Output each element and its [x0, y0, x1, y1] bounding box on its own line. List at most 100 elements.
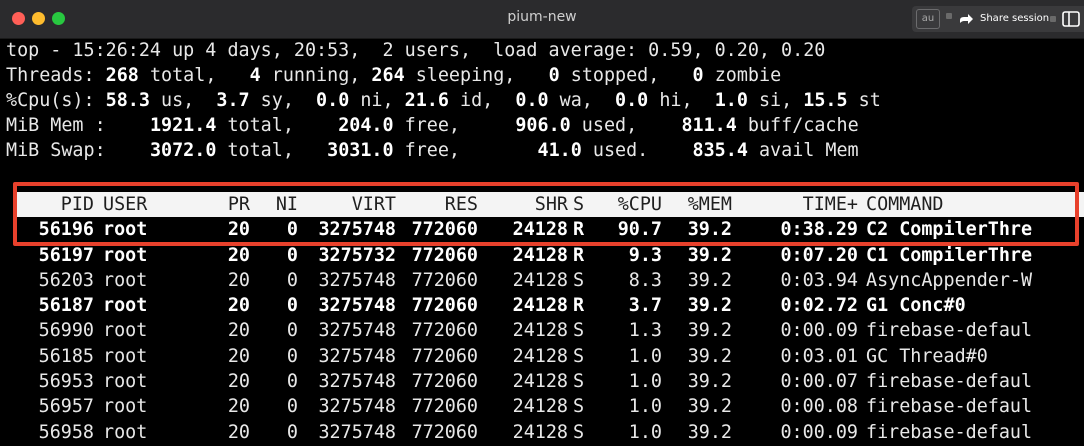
cell-cpu: 1.0	[628, 421, 662, 443]
cell-user: root	[103, 244, 148, 266]
header-shr[interactable]: SHR	[478, 192, 568, 217]
cell-res: 772060	[411, 320, 478, 342]
cell-cpu: 1.0	[628, 371, 662, 393]
header-state[interactable]: S	[573, 192, 593, 217]
table-row: 56197 root 20 0 3275732 772060 24128 R 9.3 39.2 0:…	[0, 243, 1084, 268]
table-row: 56187 root 20 0 3275748 772060 24128 R 3.7 39.2 0:…	[0, 293, 1084, 318]
cell-user: root	[103, 421, 148, 443]
process-table: PID USER PR NI VIRT RES SHR S %CPU %MEM …	[0, 192, 1084, 445]
table-row: 56958 root 20 0 3275748 772060 24128 S 1.0 39.2 0:…	[0, 420, 1084, 445]
cell-s: R	[573, 295, 585, 317]
header-command[interactable]: COMMAND	[866, 192, 1066, 217]
cell-command: G1 Conc#0	[866, 295, 966, 317]
cell-pid: 56990	[38, 320, 94, 342]
cell-pr: 20	[227, 320, 250, 342]
cell-time: 0:00.09	[780, 421, 858, 443]
cell-shr: 24128	[512, 295, 568, 317]
toolbar-separator-icon	[946, 13, 952, 19]
cell-pid: 56187	[38, 295, 94, 317]
cell-virt: 3275732	[318, 244, 396, 266]
header-mem[interactable]: %MEM	[668, 192, 732, 217]
cell-pid: 56203	[38, 269, 94, 291]
cell-mem: 39.2	[687, 345, 732, 367]
cell-mem: 39.2	[687, 219, 732, 241]
cell-virt: 3275748	[318, 269, 396, 291]
cell-s: S	[573, 320, 585, 342]
cell-cpu: 1.3	[628, 320, 662, 342]
cell-time: 0:03.01	[780, 345, 858, 367]
cell-s: R	[573, 244, 585, 266]
swap-line: MiB Swap: 3072.0 total, 3031.0 free, 41.…	[6, 140, 859, 161]
cell-shr: 24128	[512, 219, 568, 241]
cell-time: 0:00.09	[780, 320, 858, 342]
header-res[interactable]: RES	[396, 192, 478, 217]
cell-command: C1 CompilerThre	[866, 244, 1033, 266]
cell-cpu: 8.3	[628, 269, 662, 291]
header-pid[interactable]: PID	[22, 192, 94, 217]
mem-line: MiB Mem : 1921.4 total, 204.0 free, 906.…	[6, 115, 859, 136]
cell-shr: 24128	[512, 371, 568, 393]
cell-ni: 0	[286, 219, 298, 241]
cell-ni: 0	[286, 295, 298, 317]
cell-s: S	[573, 371, 585, 393]
cell-s: S	[573, 345, 585, 367]
header-cpu[interactable]: %CPU	[594, 192, 662, 217]
cell-res: 772060	[411, 269, 478, 291]
header-pr[interactable]: PR	[200, 192, 250, 217]
cell-mem: 39.2	[687, 396, 732, 418]
cell-mem: 39.2	[687, 295, 732, 317]
cell-virt: 3275748	[318, 371, 396, 393]
cell-pid: 56197	[38, 244, 94, 266]
cell-pr: 20	[227, 269, 250, 291]
cell-mem: 39.2	[687, 244, 732, 266]
table-header: PID USER PR NI VIRT RES SHR S %CPU %MEM …	[16, 192, 1084, 218]
cell-ni: 0	[286, 421, 298, 443]
cell-pid: 56953	[38, 371, 94, 393]
table-row: 56185 root 20 0 3275748 772060 24128 S 1.0 39.2 0:…	[0, 344, 1084, 369]
cell-shr: 24128	[512, 244, 568, 266]
share-arrow-icon[interactable]	[958, 11, 974, 27]
cell-shr: 24128	[512, 396, 568, 418]
sidebar-toggle-icon[interactable]	[1062, 11, 1080, 27]
cell-user: root	[103, 396, 148, 418]
cell-shr: 24128	[512, 269, 568, 291]
cell-res: 772060	[411, 421, 478, 443]
cell-s: S	[573, 421, 585, 443]
header-user[interactable]: USER	[103, 192, 183, 217]
cell-pr: 20	[227, 295, 250, 317]
header-virt[interactable]: VIRT	[300, 192, 396, 217]
cell-shr: 24128	[512, 345, 568, 367]
cell-user: root	[103, 345, 148, 367]
title-bar: pium-new au Share session	[0, 0, 1084, 39]
cell-virt: 3275748	[318, 219, 396, 241]
terminal-window: pium-new au Share session top - 15:26:24…	[0, 0, 1084, 446]
cell-pr: 20	[227, 244, 250, 266]
cell-s: R	[573, 219, 585, 241]
share-session-button[interactable]: Share session	[980, 13, 1049, 24]
cell-pr: 20	[227, 396, 250, 418]
header-time[interactable]: TIME+	[736, 192, 858, 217]
cell-res: 772060	[411, 219, 478, 241]
cell-mem: 39.2	[687, 320, 732, 342]
cell-time: 0:03.94	[780, 269, 858, 291]
cell-command: firebase-defaul	[866, 320, 1033, 342]
cell-ni: 0	[286, 396, 298, 418]
cell-pid: 56957	[38, 396, 94, 418]
uptime-line: top - 15:26:24 up 4 days, 20:53, 2 users…	[6, 40, 826, 61]
cell-user: root	[103, 371, 148, 393]
cell-cpu: 1.0	[628, 396, 662, 418]
toolbar-separator-icon	[1050, 16, 1056, 22]
cell-user: root	[103, 269, 148, 291]
cell-command: firebase-defaul	[866, 371, 1033, 393]
cell-res: 772060	[411, 244, 478, 266]
cell-user: root	[103, 320, 148, 342]
table-row: 56957 root 20 0 3275748 772060 24128 S 1.0 39.2 0:…	[0, 394, 1084, 419]
cell-virt: 3275748	[318, 345, 396, 367]
cell-pr: 20	[227, 219, 250, 241]
au-badge[interactable]: au	[916, 9, 940, 29]
cell-ni: 0	[286, 371, 298, 393]
header-ni[interactable]: NI	[258, 192, 298, 217]
cell-cpu: 3.7	[628, 295, 662, 317]
cell-user: root	[103, 219, 148, 241]
cell-time: 0:02.72	[780, 295, 858, 317]
